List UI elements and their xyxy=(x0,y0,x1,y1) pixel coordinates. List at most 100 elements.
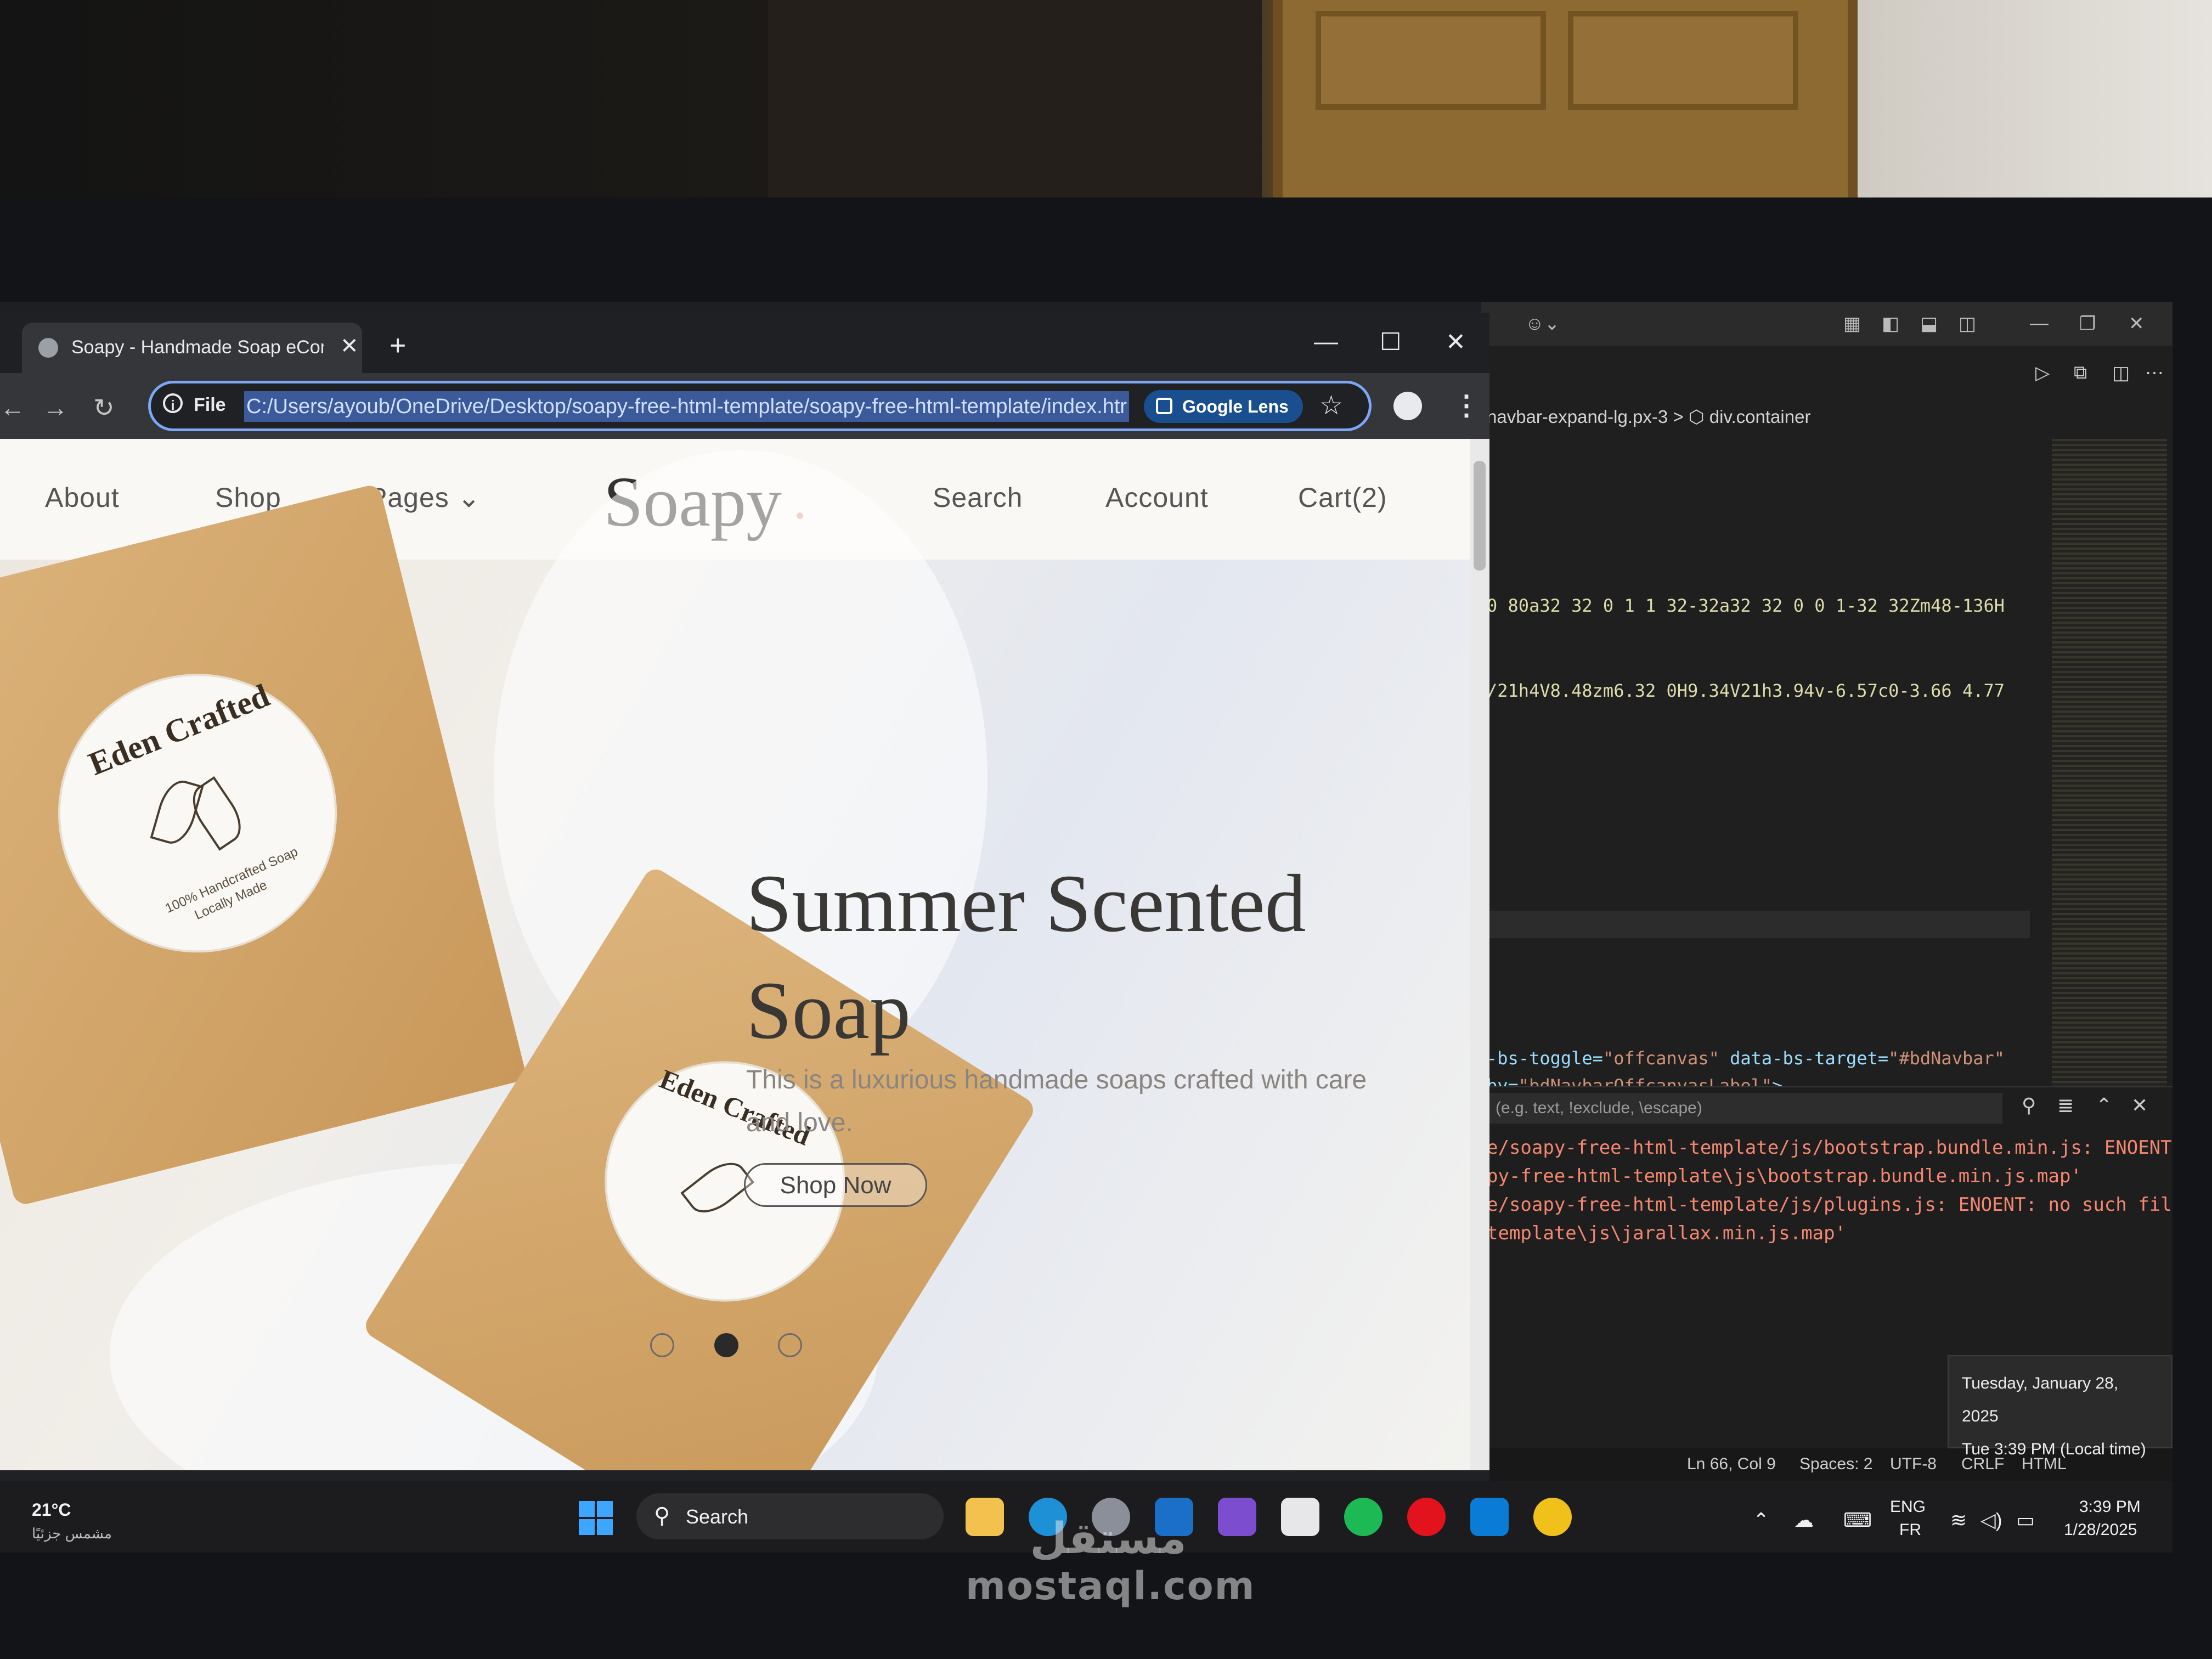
language-top[interactable]: ENG xyxy=(1890,1498,1926,1516)
taskbar-search[interactable]: ⚲ Search xyxy=(636,1493,944,1539)
store-icon[interactable] xyxy=(1281,1498,1319,1536)
breadcrumb[interactable]: navbar-expand-lg.px-3 > ⬡ div.container xyxy=(1487,406,1810,427)
taskbar-search-label: Search xyxy=(686,1505,749,1528)
browser-tab[interactable]: Soapy - Handmade Soap eCom ✕ xyxy=(22,323,362,373)
menu-kebab-icon[interactable]: ⋮ xyxy=(1453,390,1480,421)
page-scrollbar[interactable] xyxy=(1470,439,1489,1470)
watermark-latin: mostaql.com xyxy=(966,1564,1256,1609)
watermark: مستقل mostaql.com xyxy=(966,1514,1256,1609)
tab-close-icon[interactable]: ✕ xyxy=(340,334,359,359)
hero-description: This is a luxurious handmade soaps craft… xyxy=(746,1065,1367,1137)
copilot-icon[interactable]: ☺⌄ xyxy=(1525,313,1560,335)
code-line: 0 80a32 32 0 1 1 32-32a32 32 0 0 1-32 32… xyxy=(1487,595,2005,616)
nav-shop[interactable]: Shop xyxy=(215,482,281,514)
tab-title: Soapy - Handmade Soap eCom xyxy=(71,337,324,358)
chrome-window: Soapy - Handmade Soap eCom ✕ + — ☐ ✕ ← →… xyxy=(0,313,1489,1481)
soap-brand-text: Eden Crafted xyxy=(83,677,275,782)
vscode-icon[interactable] xyxy=(1470,1498,1509,1536)
cabinet xyxy=(768,0,1262,208)
close-icon[interactable]: ✕ xyxy=(2131,1094,2148,1117)
web-page-viewport: About Shop Pages ⌄ Soapy Search Account … xyxy=(0,439,1470,1470)
error-line: py-free-html-template\js\bootstrap.bundl… xyxy=(1487,1165,2082,1187)
open-preview-icon[interactable]: ⧉ xyxy=(2074,362,2087,383)
back-icon[interactable]: ← xyxy=(0,393,25,422)
slider-dot-2-active[interactable] xyxy=(714,1333,738,1357)
soap-label: Eden Crafted 100% Handcrafted Soap Local… xyxy=(29,644,366,983)
split-icon[interactable]: ◫ xyxy=(1959,313,1976,335)
leaf-icon xyxy=(680,1153,755,1222)
bookmark-star-icon[interactable]: ☆ xyxy=(1319,390,1343,421)
layout-icon[interactable]: ▦ xyxy=(1843,313,1861,335)
scheme-label: File xyxy=(194,394,226,415)
vscode-minimize-icon[interactable]: — xyxy=(2030,313,2049,334)
reload-icon[interactable]: ↻ xyxy=(93,393,115,422)
nav-pages-dropdown[interactable]: Pages ⌄ xyxy=(369,482,481,514)
slider-dot-3[interactable] xyxy=(778,1333,802,1357)
nav-account[interactable]: Account xyxy=(1105,482,1209,514)
laptop-screen: ☺⌄ ▦ ◧ ⬓ ◫ — ❐ ✕ ▷ ⧉ ◫ ⋯ navbar-expand-l… xyxy=(0,302,2172,1553)
keyboard-icon[interactable]: ⌨ xyxy=(1843,1509,1872,1532)
hero-slider: Eden Crafted 100% Handcrafted Soap Local… xyxy=(0,450,1470,1470)
wifi-icon[interactable]: ≋ xyxy=(1950,1509,1967,1532)
forward-icon[interactable]: → xyxy=(43,393,68,422)
battery-icon[interactable]: ▭ xyxy=(2016,1509,2035,1532)
watermark-arabic: مستقل xyxy=(1030,1514,1187,1564)
chevron-up-icon[interactable]: ⌃ xyxy=(1753,1509,1769,1532)
chevron-up-icon[interactable]: ⌃ xyxy=(2096,1094,2112,1117)
vscode-restore-icon[interactable]: ❐ xyxy=(2079,313,2096,335)
run-icon[interactable]: ▷ xyxy=(2035,362,2050,384)
indentation[interactable]: Spaces: 2 xyxy=(1799,1455,1872,1474)
current-line-highlight xyxy=(1481,911,2030,938)
hero-title: Summer Scented Soap xyxy=(746,858,1306,1056)
spotify-icon[interactable] xyxy=(1344,1498,1383,1536)
slider-dot-1[interactable] xyxy=(650,1333,674,1357)
volume-icon[interactable]: ◁) xyxy=(1980,1509,2002,1532)
language-bottom[interactable]: FR xyxy=(1899,1521,1921,1539)
error-line: e/soapy-free-html-template/js/plugins.js… xyxy=(1487,1194,2172,1216)
list-icon[interactable]: ≣ xyxy=(2057,1094,2074,1117)
opera-icon[interactable] xyxy=(1407,1498,1446,1536)
door-panel xyxy=(1568,11,1798,110)
search-icon[interactable]: ⚲ xyxy=(2022,1094,2036,1117)
nav-cart[interactable]: Cart(2) xyxy=(1298,482,1387,514)
weather-desc[interactable]: مشمس جزئيًا xyxy=(32,1525,112,1542)
cursor-position[interactable]: Ln 66, Col 9 xyxy=(1687,1455,1776,1474)
minimize-button[interactable]: — xyxy=(1314,328,1338,356)
search-icon: ⚲ xyxy=(654,1504,670,1528)
vscode-close-icon[interactable]: ✕ xyxy=(2129,313,2145,335)
maximize-button[interactable]: ☐ xyxy=(1380,328,1401,356)
tooltip-time: Tue 3:39 PM (Local time) xyxy=(1962,1440,2146,1458)
nav-about[interactable]: About xyxy=(45,482,120,514)
onedrive-icon[interactable]: ☁ xyxy=(1794,1509,1814,1532)
door-panel xyxy=(1316,11,1546,110)
error-line: template\js\jarallax.min.js.map' xyxy=(1487,1222,1847,1244)
sidebar-toggle-icon[interactable]: ◧ xyxy=(1882,313,1899,335)
close-button[interactable]: ✕ xyxy=(1446,328,1466,356)
tooltip-date: Tuesday, January 28, 2025 xyxy=(1962,1374,2119,1425)
clock-time[interactable]: 3:39 PM xyxy=(2079,1498,2141,1516)
split-editor-icon[interactable]: ◫ xyxy=(2112,362,2130,384)
clock-date[interactable]: 1/28/2025 xyxy=(2064,1521,2137,1539)
error-line: e/soapy-free-html-template/js/bootstrap.… xyxy=(1487,1137,2172,1159)
start-grid xyxy=(579,1501,613,1535)
more-actions-icon[interactable]: ⋯ xyxy=(2145,362,2164,384)
lens-label: Google Lens xyxy=(1182,397,1289,416)
vscode-window: ☺⌄ ▦ ◧ ⬓ ◫ — ❐ ✕ ▷ ⧉ ◫ ⋯ navbar-expand-l… xyxy=(1481,302,2172,1553)
shop-now-button[interactable]: Shop Now xyxy=(744,1163,927,1207)
info-icon[interactable]: i xyxy=(163,393,183,414)
panel-toggle-icon[interactable]: ⬓ xyxy=(1920,313,1938,335)
google-lens-button[interactable]: Google Lens xyxy=(1144,390,1303,423)
scrollbar-thumb[interactable] xyxy=(1474,461,1486,571)
nav-search[interactable]: Search xyxy=(933,482,1023,514)
address-bar[interactable]: i File C:/Users/ayoub/OneDrive/Desktop/s… xyxy=(148,381,1372,431)
weather-temp[interactable]: 21°C xyxy=(32,1500,71,1520)
encoding[interactable]: UTF-8 xyxy=(1890,1455,1937,1474)
tab-strip: Soapy - Handmade Soap eCom ✕ + — ☐ ✕ xyxy=(0,313,1489,373)
url-text[interactable]: C:/Users/ayoub/OneDrive/Desktop/soapy-fr… xyxy=(244,391,1130,422)
profile-avatar[interactable] xyxy=(1393,392,1422,420)
chrome-icon[interactable] xyxy=(1533,1498,1572,1536)
vscode-titlebar: ☺⌄ ▦ ◧ ⬓ ◫ — ❐ ✕ xyxy=(1481,302,2172,346)
new-tab-button[interactable]: + xyxy=(390,329,406,362)
output-filter-input[interactable]: (e.g. text, !exclude, \escape) xyxy=(1487,1093,2002,1124)
wooden-door xyxy=(1273,0,1858,208)
